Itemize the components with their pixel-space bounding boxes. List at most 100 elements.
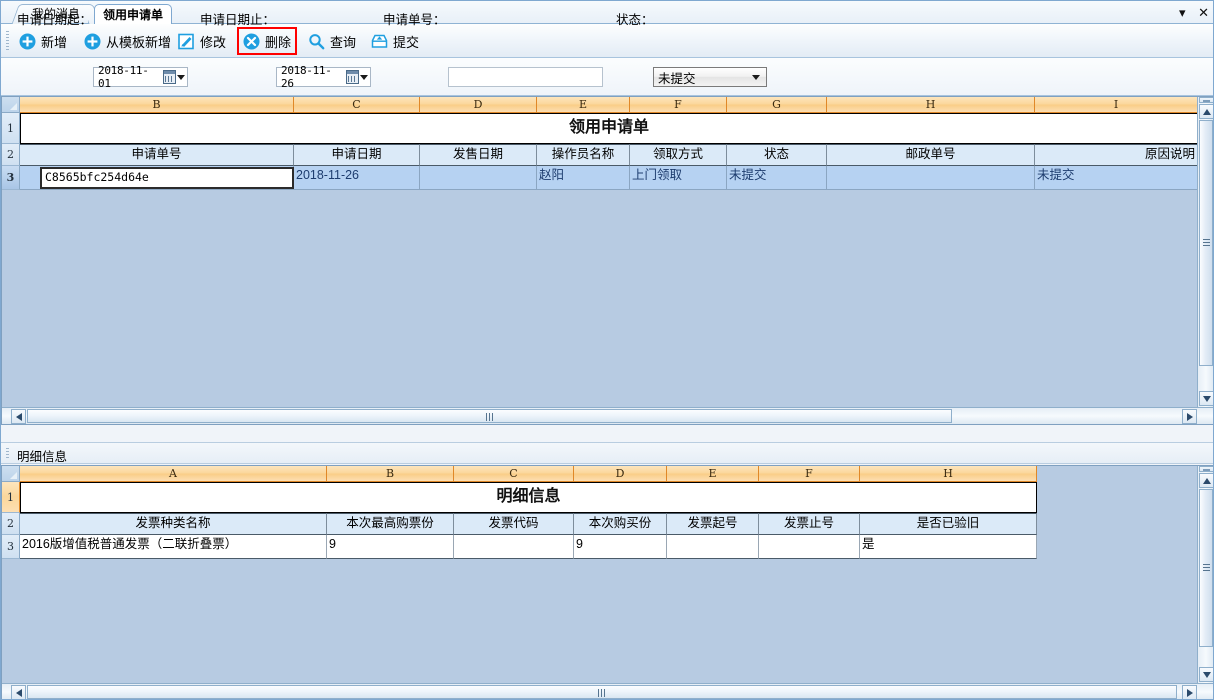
delete-x-circle-icon xyxy=(243,33,260,50)
toolbar-button-new[interactable]: 新增 xyxy=(15,28,71,54)
table-row-cell-reason[interactable]: 未提交 xyxy=(1035,166,1198,190)
vscroll-up-button[interactable] xyxy=(1199,104,1214,119)
detail-col-header-F[interactable]: F xyxy=(759,466,860,482)
date-to-picker-button[interactable] xyxy=(344,68,370,86)
detail-hscroll-right-button[interactable] xyxy=(1182,685,1197,700)
detail-header-cell-invoice-code: 发票代码 xyxy=(454,513,574,535)
hscroll-thumb[interactable] xyxy=(27,409,952,423)
table-row-cell-status[interactable]: 未提交 xyxy=(727,166,827,190)
date-from-input[interactable]: 2018-11-01 xyxy=(93,67,188,87)
toolbar-button-edit[interactable]: 修改 xyxy=(174,28,230,54)
detail-row-cell-invoice-code[interactable] xyxy=(454,535,574,559)
main-grid-vscrollbar[interactable] xyxy=(1197,97,1214,408)
vscroll-top-cap[interactable] xyxy=(1199,97,1214,103)
table-row-cell-receive-mode[interactable]: 上门领取 xyxy=(630,166,727,190)
window-controls: ▾ ✕ xyxy=(1170,4,1209,21)
detail-row-cell-end-no[interactable] xyxy=(759,535,860,559)
detail-hscroll-left-button[interactable] xyxy=(11,685,26,700)
main-grid-hscrollbar[interactable] xyxy=(2,407,1214,424)
main-col-header-E[interactable]: E xyxy=(537,97,630,113)
toolbar: 新增 从模板新增 修改 删除 查询 xyxy=(1,24,1214,58)
detail-col-header-B[interactable]: B xyxy=(327,466,454,482)
detail-row-cell-verified[interactable]: 是 xyxy=(860,535,1037,559)
date-to-input[interactable]: 2018-11-26 xyxy=(276,67,371,87)
detail-vscroll-thumb[interactable] xyxy=(1199,489,1213,647)
grid-corner-select-all[interactable] xyxy=(2,97,20,113)
submit-upload-icon xyxy=(371,33,388,50)
detail-row-header-3[interactable]: 3 xyxy=(2,535,20,559)
main-row-header-1[interactable]: 1 xyxy=(2,113,20,144)
toolbar-button-label: 删除 xyxy=(265,32,291,51)
detail-row-cell-max-qty[interactable]: 9 xyxy=(327,535,454,559)
main-col-header-F[interactable]: F xyxy=(630,97,727,113)
caret-down-icon xyxy=(177,75,185,80)
main-row-header-3[interactable]: 3 xyxy=(2,166,20,190)
main-col-header-I[interactable]: I xyxy=(1035,97,1198,113)
vscroll-thumb[interactable] xyxy=(1199,120,1213,366)
table-row-cell-post-no[interactable] xyxy=(827,166,1035,190)
main-header-cell-receive-mode: 领取方式 xyxy=(630,144,727,166)
hscroll-left-button[interactable] xyxy=(11,409,26,424)
main-active-cell-apply-no[interactable]: C8565bfc254d64e xyxy=(40,167,294,189)
toolbar-button-label: 查询 xyxy=(330,32,356,51)
detail-grid-vscrollbar[interactable] xyxy=(1197,466,1214,684)
triangle-up-icon xyxy=(1203,478,1211,484)
status-selected-value: 未提交 xyxy=(658,68,696,87)
triangle-left-icon xyxy=(16,413,22,421)
date-from-value: 2018-11-01 xyxy=(94,64,161,90)
apply-no-label: 申请单号： xyxy=(383,11,446,29)
detail-col-header-H[interactable]: H xyxy=(860,466,1037,482)
main-col-header-D[interactable]: D xyxy=(420,97,537,113)
detail-col-header-E[interactable]: E xyxy=(667,466,759,482)
toolbar-button-delete[interactable]: 删除 xyxy=(237,27,297,55)
detail-row-cell-buy-qty[interactable]: 9 xyxy=(574,535,667,559)
tab-requisition-form[interactable]: 领用申请单 xyxy=(94,4,172,24)
vscroll-down-button[interactable] xyxy=(1199,391,1214,406)
detail-col-header-D[interactable]: D xyxy=(574,466,667,482)
apply-no-input-wrap[interactable] xyxy=(448,67,603,87)
calendar-icon xyxy=(163,70,176,84)
main-col-header-H[interactable]: H xyxy=(827,97,1035,113)
status-select[interactable]: 未提交 xyxy=(653,67,767,87)
triangle-left-icon xyxy=(16,689,22,697)
splitter-grip[interactable] xyxy=(6,448,9,460)
main-col-header-B[interactable]: B xyxy=(20,97,294,113)
toolbar-drag-grip[interactable] xyxy=(6,31,9,51)
main-col-header-C[interactable]: C xyxy=(294,97,420,113)
detail-grid-corner-select-all[interactable] xyxy=(2,466,20,482)
main-header-cell-apply-no: 申请单号 xyxy=(20,144,294,166)
toolbar-button-label: 提交 xyxy=(393,32,419,51)
table-row-cell-sale-date[interactable] xyxy=(420,166,537,190)
main-header-cell-apply-date: 申请日期 xyxy=(294,144,420,166)
toolbar-button-new-from-template[interactable]: 从模板新增 xyxy=(80,28,175,54)
detail-vscroll-top-cap[interactable] xyxy=(1199,466,1214,472)
main-header-cell-status: 状态 xyxy=(727,144,827,166)
main-col-header-G[interactable]: G xyxy=(727,97,827,113)
chevron-down-icon[interactable]: ▾ xyxy=(1179,4,1186,21)
detail-header-cell-invoice-type: 发票种类名称 xyxy=(20,513,327,535)
apply-no-input[interactable] xyxy=(449,68,602,86)
detail-row-cell-invoice-type[interactable]: 2016版增值税普通发票（二联折叠票） xyxy=(20,535,327,559)
detail-row-header-2[interactable]: 2 xyxy=(2,513,20,535)
close-icon[interactable]: ✕ xyxy=(1198,4,1209,21)
main-row-header-2[interactable]: 2 xyxy=(2,144,20,166)
detail-grid-title: 明细信息 xyxy=(20,482,1037,513)
detail-header-cell-end-no: 发票止号 xyxy=(759,513,860,535)
detail-col-header-C[interactable]: C xyxy=(454,466,574,482)
detail-col-header-A[interactable]: A xyxy=(20,466,327,482)
detail-grid-hscrollbar[interactable] xyxy=(2,683,1214,700)
table-row-cell-operator[interactable]: 赵阳 xyxy=(537,166,630,190)
table-row-cell-apply-date[interactable]: 2018-11-26 xyxy=(294,166,420,190)
detail-row-header-1[interactable]: 1 xyxy=(2,482,20,513)
hscroll-right-button[interactable] xyxy=(1182,409,1197,424)
toolbar-button-label: 从模板新增 xyxy=(106,32,171,51)
detail-header-cell-start-no: 发票起号 xyxy=(667,513,759,535)
toolbar-button-submit[interactable]: 提交 xyxy=(367,28,423,54)
detail-panel-splitter[interactable]: 明细信息 xyxy=(1,442,1214,464)
detail-vscroll-down-button[interactable] xyxy=(1199,667,1214,682)
detail-row-cell-start-no[interactable] xyxy=(667,535,759,559)
date-from-picker-button[interactable] xyxy=(161,68,187,86)
toolbar-button-query[interactable]: 查询 xyxy=(304,28,360,54)
detail-vscroll-up-button[interactable] xyxy=(1199,473,1214,488)
detail-hscroll-thumb[interactable] xyxy=(27,685,1177,699)
